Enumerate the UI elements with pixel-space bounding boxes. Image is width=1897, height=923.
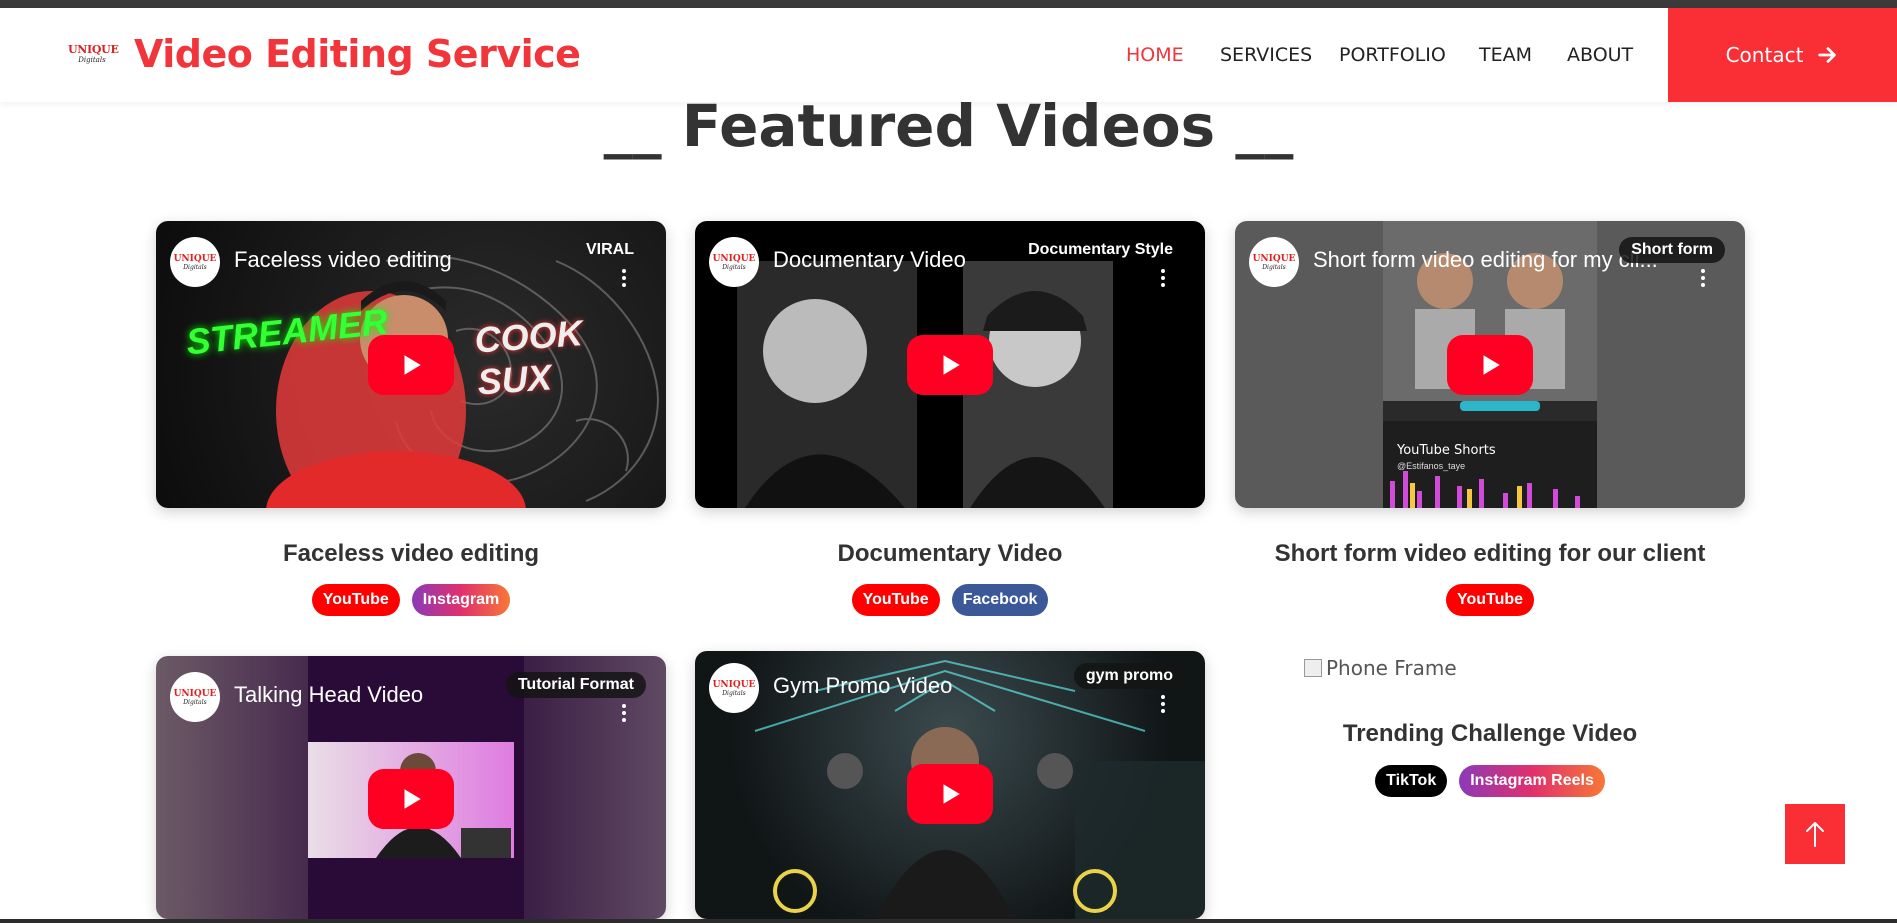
video-title[interactable]: Short form video editing for my cli... (1313, 247, 1658, 273)
play-button[interactable] (907, 764, 993, 824)
video-card-short-form[interactable]: YouTube Shorts @Estifanos_taye UNIQUE Dig… (1235, 221, 1745, 508)
video-caption: Faceless video editing (282, 540, 540, 567)
video-title[interactable]: Faceless video editing (234, 247, 452, 273)
section-title: __ Featured Videos __ (603, 92, 1294, 160)
site-header: UNIQUE Digitals Video Editing Service HO… (0, 8, 1897, 102)
video-tag: Documentary Style (1028, 241, 1173, 258)
more-options-icon[interactable] (1161, 269, 1165, 290)
play-button[interactable] (1447, 334, 1533, 395)
brand-title[interactable]: Video Editing Service (134, 32, 581, 76)
channel-avatar[interactable]: UNIQUE Digitals (1249, 237, 1299, 287)
play-button[interactable] (368, 334, 454, 395)
shorts-handle: @Estifanos_taye (1397, 461, 1466, 471)
channel-avatar[interactable]: UNIQUE Digitals (709, 237, 759, 287)
platform-youtube[interactable]: YouTube (311, 584, 400, 616)
video-tag: VIRAL (586, 241, 634, 258)
video-caption: Documentary Video (837, 540, 1063, 567)
logo-subtext: Digitals (78, 56, 106, 64)
more-options-icon[interactable] (1161, 695, 1165, 716)
nav-team[interactable]: TEAM (1479, 44, 1532, 66)
image-alt-text: Phone Frame (1326, 656, 1457, 680)
broken-image-icon (1304, 659, 1322, 677)
video-caption: Trending Challenge Video (1342, 720, 1638, 747)
video-tag: Tutorial Format (505, 672, 646, 698)
video-card-documentary[interactable]: UNIQUE Digitals Documentary Video Documen… (695, 221, 1205, 508)
scroll-top-button[interactable] (1785, 804, 1845, 864)
platform-tiktok[interactable]: TikTok (1375, 765, 1448, 797)
video-card-gym-promo[interactable]: UNIQUE Digitals Gym Promo Video gym promo (695, 651, 1205, 919)
nav-home[interactable]: HOME (1126, 44, 1184, 66)
contact-label: Contact (1725, 43, 1804, 67)
play-icon (943, 784, 960, 804)
nav-about[interactable]: ABOUT (1567, 44, 1633, 66)
play-button[interactable] (907, 334, 993, 395)
arrow-right-icon (1818, 47, 1837, 63)
phone-frame-image: Phone Frame (1304, 656, 1457, 680)
channel-avatar[interactable]: UNIQUE Digitals (709, 663, 759, 713)
video-tag: gym promo (1073, 663, 1185, 689)
nav-portfolio[interactable]: PORTFOLIO (1339, 44, 1446, 66)
contact-button[interactable]: Contact (1668, 8, 1897, 102)
play-icon (943, 354, 960, 375)
video-tag: Short form (1619, 237, 1725, 263)
video-title[interactable]: Gym Promo Video (773, 673, 952, 699)
play-icon (404, 789, 421, 809)
site-logo[interactable]: UNIQUE Digitals (68, 43, 119, 68)
video-title[interactable]: Documentary Video (773, 247, 966, 273)
platform-youtube[interactable]: YouTube (851, 584, 940, 616)
nav-services[interactable]: SERVICES (1220, 44, 1312, 66)
platform-list: YouTube (1235, 584, 1745, 616)
top-strip (0, 0, 1897, 8)
platform-facebook[interactable]: Facebook (951, 584, 1049, 616)
platform-instagram-reels[interactable]: Instagram Reels (1459, 765, 1605, 797)
platform-instagram[interactable]: Instagram (411, 584, 511, 616)
video-caption: Short form video editing for our client (1274, 540, 1706, 567)
platform-list: TikTok Instagram Reels (1235, 765, 1745, 797)
more-options-icon[interactable] (1701, 269, 1705, 290)
channel-avatar[interactable]: UNIQUE Digitals (170, 237, 220, 287)
more-options-icon[interactable] (622, 269, 626, 290)
play-button[interactable] (368, 769, 454, 829)
play-icon (404, 354, 421, 375)
video-title[interactable]: Talking Head Video (234, 682, 423, 708)
platform-list: YouTube Instagram (156, 584, 666, 616)
channel-avatar[interactable]: UNIQUE Digitals (170, 672, 220, 722)
more-options-icon[interactable] (622, 704, 626, 725)
play-icon (1483, 354, 1500, 375)
shorts-label: YouTube Shorts (1397, 443, 1496, 458)
arrow-up-icon (1806, 822, 1824, 847)
video-card-faceless[interactable]: STREAMER COOK SUX UNIQUE Digitals Faceles… (156, 221, 666, 508)
bottom-bar (0, 919, 1897, 923)
logo-text: UNIQUE (68, 43, 119, 56)
thumb-text-cook: COOK SUX (473, 312, 584, 403)
platform-youtube[interactable]: YouTube (1445, 584, 1535, 616)
video-card-talking-head[interactable]: UNIQUE Digitals Talking Head Video Tutori… (156, 656, 666, 919)
platform-list: YouTube Facebook (695, 584, 1205, 616)
